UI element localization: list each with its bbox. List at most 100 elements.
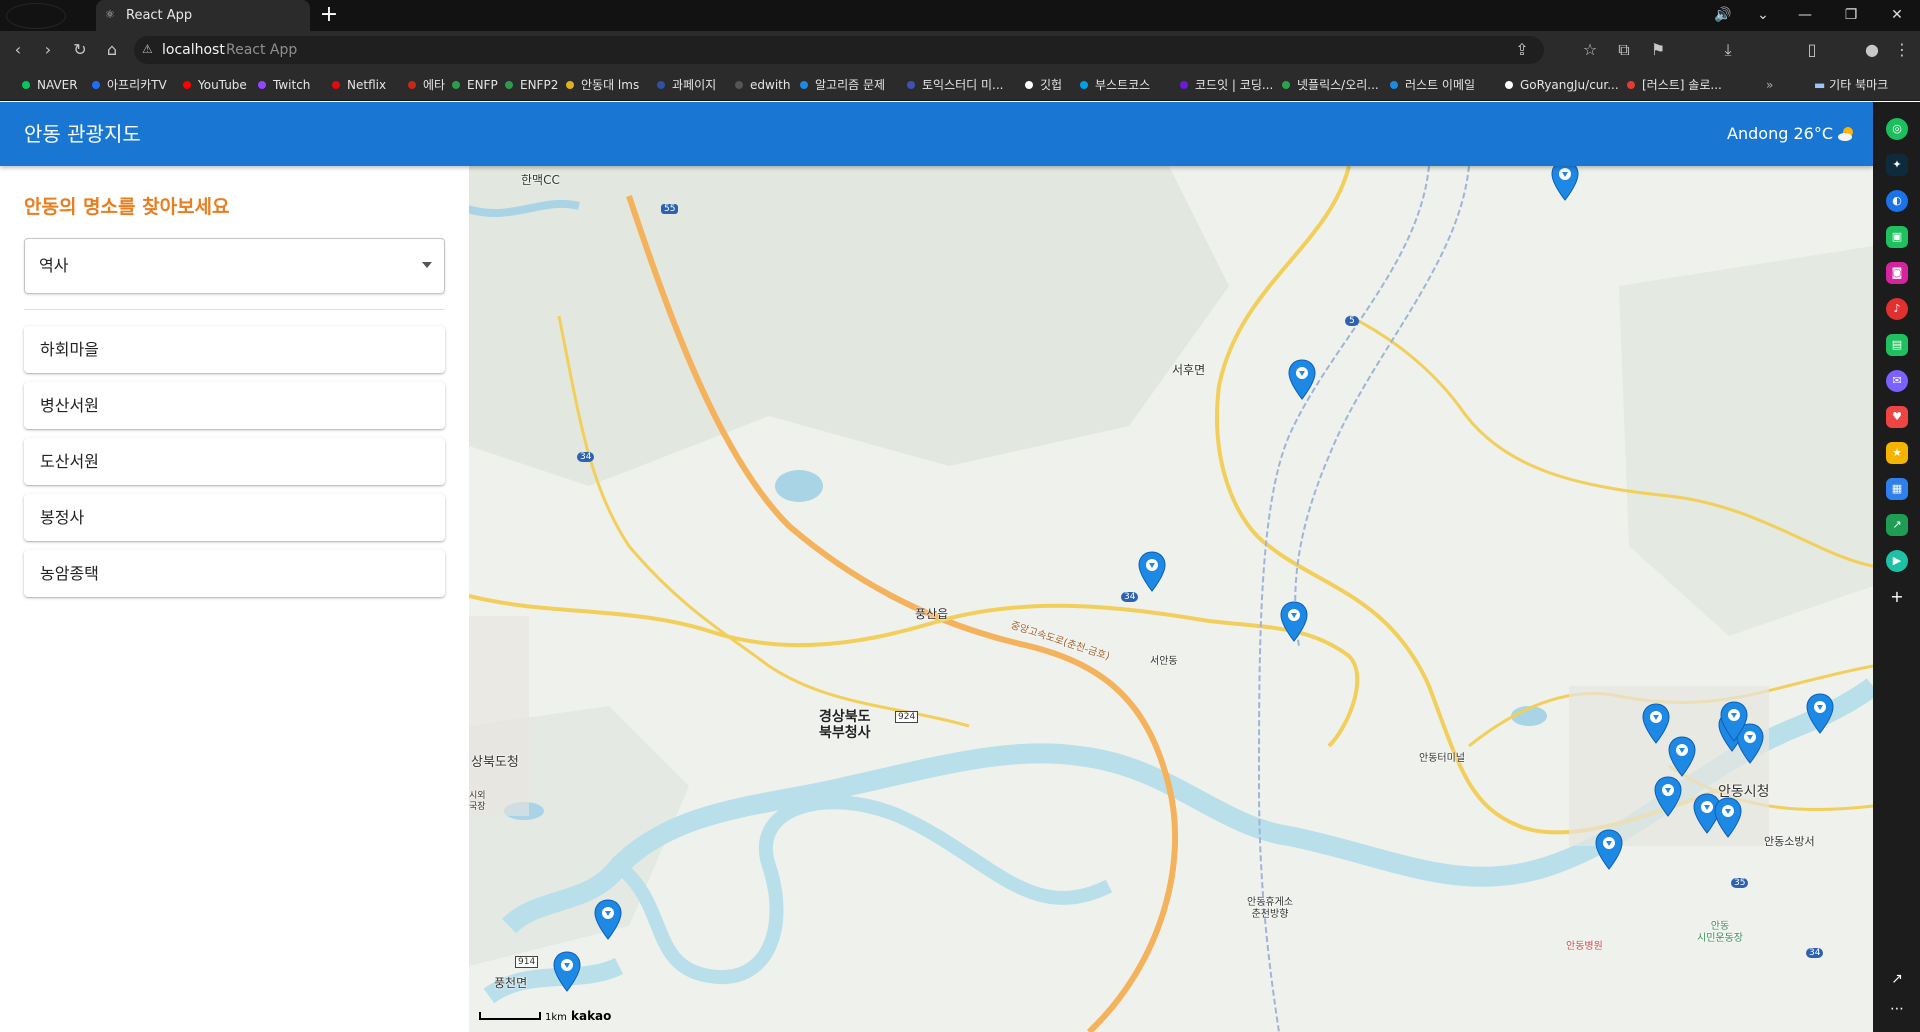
- map-base: [469, 166, 1873, 1032]
- messenger-icon[interactable]: ✉: [1886, 370, 1908, 392]
- bookmark-item[interactable]: 토익스터디 미...: [907, 69, 1004, 101]
- map-marker-icon[interactable]: [1287, 359, 1317, 401]
- bookmark-item[interactable]: 과페이지: [657, 69, 716, 101]
- forward-icon[interactable]: ›: [36, 38, 60, 62]
- minimize-button[interactable]: —: [1782, 0, 1828, 31]
- play-app-icon[interactable]: ▶: [1886, 550, 1908, 572]
- shopping-icon[interactable]: ◐: [1886, 190, 1908, 212]
- bookmark-item[interactable]: Netflix: [332, 69, 386, 101]
- category-selected-value: 역사: [39, 256, 69, 275]
- bookmarks-overflow-icon[interactable]: »: [1766, 69, 1773, 101]
- close-button[interactable]: ✕: [1874, 0, 1920, 31]
- chevron-down-icon[interactable]: ⌄: [1740, 0, 1786, 31]
- stock-app-icon[interactable]: ↗: [1886, 514, 1908, 536]
- road-shield: 924: [895, 711, 919, 723]
- map-label: 상북도청: [471, 755, 519, 770]
- external-link-icon[interactable]: ↗: [1886, 968, 1908, 990]
- place-item[interactable]: 병산서원: [24, 382, 445, 429]
- app-header: 안동 관광지도 Andong 26°C: [0, 102, 1873, 166]
- share-icon[interactable]: ⇪: [1510, 38, 1534, 62]
- bookmark-item[interactable]: 안동대 lms: [566, 69, 639, 101]
- map-view[interactable]: 한맥CC 서후면 풍산읍 서안동 경상북도 북부청사 상북도청 시외 국장 안동터미…: [469, 166, 1873, 1032]
- map-marker-icon[interactable]: [1653, 776, 1683, 818]
- reload-icon[interactable]: ↻: [68, 38, 92, 62]
- instagram-icon[interactable]: ◙: [1886, 262, 1908, 284]
- bookmark-item[interactable]: 에타: [408, 69, 445, 101]
- search-app-icon[interactable]: ◎: [1886, 118, 1908, 140]
- other-bookmarks-folder[interactable]: ▬ 기타 북마크: [1814, 69, 1888, 101]
- category-select[interactable]: 역사: [24, 238, 445, 294]
- add-app-icon[interactable]: +: [1886, 586, 1908, 608]
- restore-button[interactable]: ❐: [1828, 0, 1874, 31]
- bookmark-item[interactable]: 알고리즘 문제: [800, 69, 885, 101]
- back-icon[interactable]: ‹: [6, 38, 30, 62]
- bookmark-favicon-icon: [332, 81, 340, 89]
- place-item[interactable]: 농암종택: [24, 550, 445, 597]
- bookmark-item[interactable]: 부스트코스: [1080, 69, 1150, 101]
- tools-icon[interactable]: ▣: [1886, 226, 1908, 248]
- extensions-icon[interactable]: ⧉: [1612, 38, 1636, 62]
- bookmark-favicon-icon: [408, 81, 416, 89]
- download-icon[interactable]: ⤓: [1716, 38, 1740, 62]
- browser-tab[interactable]: ⚛ React App: [96, 0, 310, 31]
- bookmark-item[interactable]: ENFP: [452, 69, 498, 101]
- bookmark-item[interactable]: NAVER: [22, 69, 78, 101]
- map-marker-icon[interactable]: [1805, 693, 1835, 735]
- map-label: 안동소방서: [1764, 835, 1815, 848]
- favorites-icon[interactable]: ☆: [1578, 38, 1602, 62]
- site-info-icon[interactable]: ⚠: [142, 41, 158, 57]
- map-label: 풍천면: [494, 976, 528, 990]
- more-icon[interactable]: ⋯: [1886, 998, 1908, 1020]
- bookmark-item[interactable]: 아프리카TV: [92, 69, 167, 101]
- map-label: 한맥CC: [521, 173, 560, 187]
- bookmark-item[interactable]: 코드잇 | 코딩...: [1180, 69, 1273, 101]
- map-marker-icon[interactable]: [1719, 701, 1749, 743]
- more-menu-icon[interactable]: ⋮: [1890, 38, 1914, 62]
- address-bar[interactable]: ⚠ localhost React App: [134, 36, 1544, 64]
- calendar-app-icon[interactable]: ▦: [1886, 478, 1908, 500]
- bookmark-item[interactable]: 러스트 이메일: [1390, 69, 1475, 101]
- profile-avatar[interactable]: ●: [1860, 38, 1884, 62]
- bookmark-favicon-icon: [1505, 81, 1513, 89]
- sidebar-toggle-icon[interactable]: ▯: [1800, 38, 1824, 62]
- bookmark-item[interactable]: edwith: [735, 69, 790, 101]
- bookmark-item[interactable]: [러스트] 솔로...: [1627, 69, 1722, 101]
- road-shield: 55: [661, 204, 679, 214]
- bookmark-item[interactable]: GoRyangJu/cur...: [1505, 69, 1619, 101]
- new-tab-button[interactable]: +: [316, 2, 342, 28]
- map-marker-icon[interactable]: [1279, 601, 1309, 643]
- star-app-icon[interactable]: ★: [1886, 442, 1908, 464]
- place-item[interactable]: 봉정사: [24, 494, 445, 541]
- copilot-icon[interactable]: ✦: [1886, 154, 1908, 176]
- url-host: localhost: [162, 42, 225, 58]
- home-icon[interactable]: ⌂: [100, 38, 124, 62]
- map-marker-icon[interactable]: [593, 899, 623, 941]
- map-marker-icon[interactable]: [552, 951, 582, 993]
- place-item[interactable]: 하회마을: [24, 326, 445, 373]
- map-label: 시외 국장: [469, 791, 486, 812]
- place-item[interactable]: 도산서원: [24, 438, 445, 485]
- road-shield: 34: [1121, 592, 1139, 602]
- dropdown-arrow-icon: [422, 262, 432, 268]
- kakao-logo: kakao: [571, 1009, 612, 1023]
- map-marker-icon[interactable]: [1667, 736, 1697, 778]
- webtoon-icon[interactable]: ▤: [1886, 334, 1908, 356]
- map-marker-icon[interactable]: [1594, 829, 1624, 871]
- music-icon[interactable]: ♪: [1886, 298, 1908, 320]
- pocket-icon[interactable]: ♥: [1886, 406, 1908, 428]
- bookmark-item[interactable]: Twitch: [258, 69, 310, 101]
- map-marker-icon[interactable]: [1550, 166, 1580, 202]
- bookmark-item[interactable]: ENFP2: [505, 69, 558, 101]
- weather-text: Andong 26°C: [1727, 124, 1833, 143]
- app-title: 안동 관광지도: [24, 122, 141, 146]
- flag-icon[interactable]: ⚑: [1646, 38, 1670, 62]
- bookmark-favicon-icon: [1390, 81, 1398, 89]
- map-marker-icon[interactable]: [1713, 797, 1743, 839]
- bookmark-item[interactable]: 깃헙: [1025, 69, 1062, 101]
- bookmark-favicon-icon: [657, 81, 665, 89]
- bookmark-item[interactable]: YouTube: [183, 69, 247, 101]
- map-marker-icon[interactable]: [1137, 551, 1167, 593]
- folder-icon: ▬: [1814, 78, 1826, 92]
- bookmark-item[interactable]: 넷플릭스/오리...: [1282, 69, 1379, 101]
- bookmark-favicon-icon: [452, 81, 460, 89]
